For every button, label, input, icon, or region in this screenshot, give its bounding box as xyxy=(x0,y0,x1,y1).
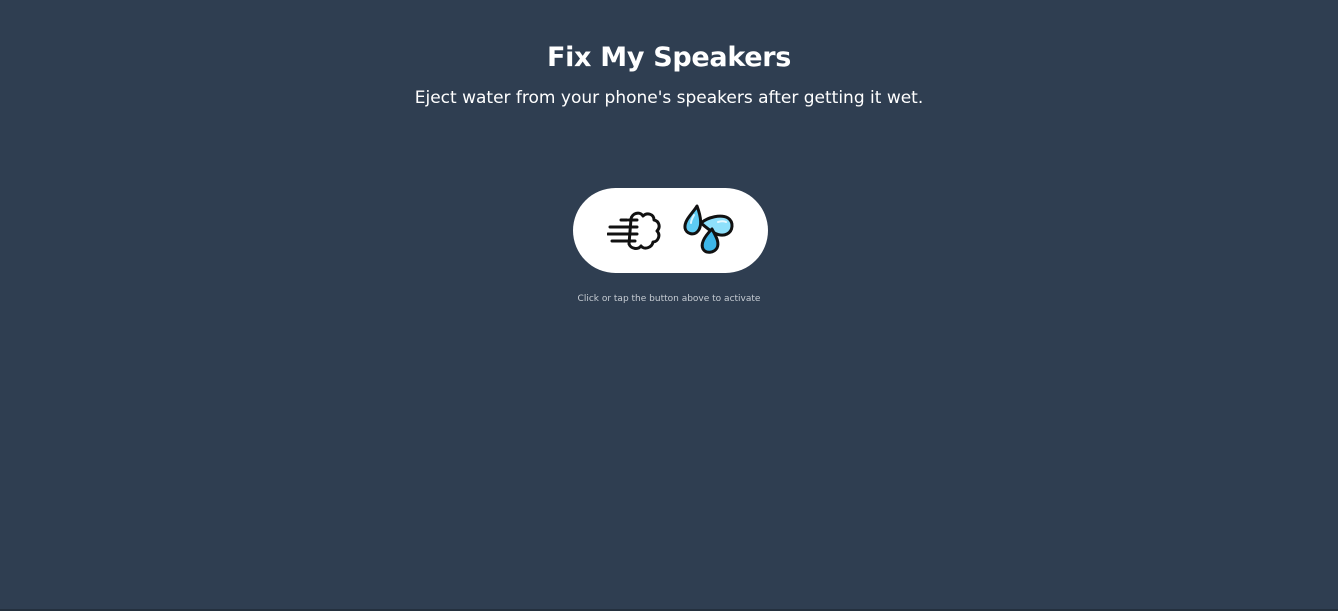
page-subtitle: Eject water from your phone's speakers a… xyxy=(414,88,924,108)
dashing-away-icon xyxy=(607,211,661,250)
activation-hint: Click or tap the button above to activat… xyxy=(577,294,761,304)
page-title: Fix My Speakers xyxy=(546,42,792,73)
eject-water-button[interactable] xyxy=(573,188,768,273)
page: Fix My Speakers Eject water from your ph… xyxy=(0,0,1338,611)
sweat-droplets-icon xyxy=(683,204,734,254)
